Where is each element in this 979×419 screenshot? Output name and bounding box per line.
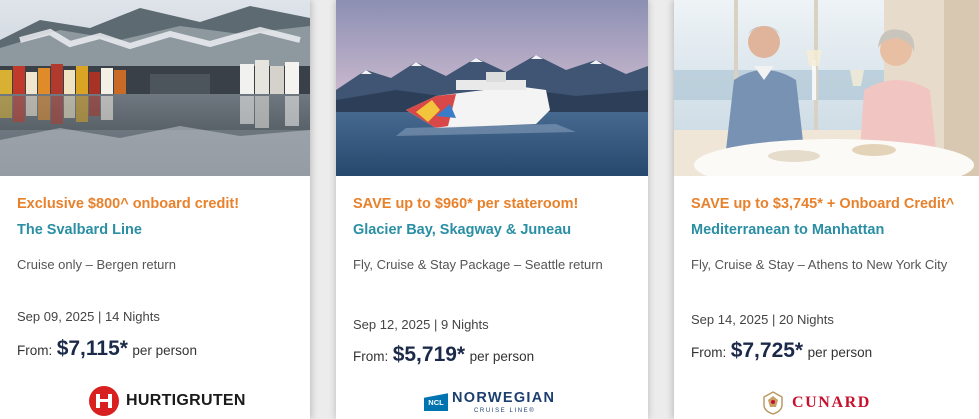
price-row: From: $7,115* per person [17, 337, 197, 361]
norwegian-subtext: CRUISE LINE® [474, 407, 536, 414]
promo-headline: Exclusive $800^ onboard credit! [17, 196, 240, 212]
norwegian-wordmark: NORWEGIAN [452, 390, 556, 406]
cunard-logo: CUNARD [762, 391, 871, 415]
sailing-dates: Sep 14, 2025 | 20 Nights [691, 312, 834, 327]
cruise-card-mediterranean[interactable]: SAVE up to $3,745* + Onboard Credit^ Med… [674, 0, 979, 419]
price-suffix: per person [469, 349, 535, 364]
cruise-card-svalbard[interactable]: Exclusive $800^ onboard credit! The Sval… [0, 0, 310, 419]
ncl-logo-icon: NCL [424, 393, 448, 412]
cunard-wordmark: CUNARD [792, 394, 871, 411]
price-suffix: per person [807, 345, 873, 360]
alaska-ship-photo[interactable] [336, 0, 648, 176]
route-title[interactable]: Mediterranean to Manhattan [691, 222, 884, 238]
price-prefix: From: [691, 345, 727, 360]
promo-headline: SAVE up to $960* per stateroom! [353, 196, 579, 212]
hurtigruten-logo-icon [89, 386, 119, 416]
price-amount: $5,719* [392, 343, 466, 366]
price-row: From: $5,719* per person [353, 343, 534, 367]
price-row: From: $7,725* per person [691, 339, 872, 363]
cruise-card-alaska[interactable]: SAVE up to $960* per stateroom! Glacier … [336, 0, 648, 419]
promo-headline: SAVE up to $3,745* + Onboard Credit^ [691, 196, 955, 212]
route-title[interactable]: The Svalbard Line [17, 222, 142, 238]
package-description: Fly, Cruise & Stay Package – Seattle ret… [353, 257, 603, 272]
package-description: Fly, Cruise & Stay – Athens to New York … [691, 257, 948, 272]
cunard-crest-icon [762, 391, 784, 415]
hurtigruten-logo: HURTIGRUTEN [89, 386, 246, 416]
price-amount: $7,725* [730, 339, 804, 362]
route-title[interactable]: Glacier Bay, Skagway & Juneau [353, 222, 571, 238]
norwegian-logo: NCL NORWEGIAN CRUISE LINE® [424, 391, 555, 414]
sailing-dates: Sep 12, 2025 | 9 Nights [353, 317, 489, 332]
hurtigruten-wordmark: HURTIGRUTEN [126, 392, 246, 409]
price-amount: $7,115* [56, 337, 128, 360]
price-prefix: From: [17, 343, 53, 358]
sailing-dates: Sep 09, 2025 | 14 Nights [17, 309, 160, 324]
bergen-harbor-photo[interactable] [0, 0, 310, 176]
price-suffix: per person [132, 343, 197, 358]
package-description: Cruise only – Bergen return [17, 257, 176, 272]
price-prefix: From: [353, 349, 389, 364]
couple-dining-photo[interactable] [674, 0, 979, 176]
